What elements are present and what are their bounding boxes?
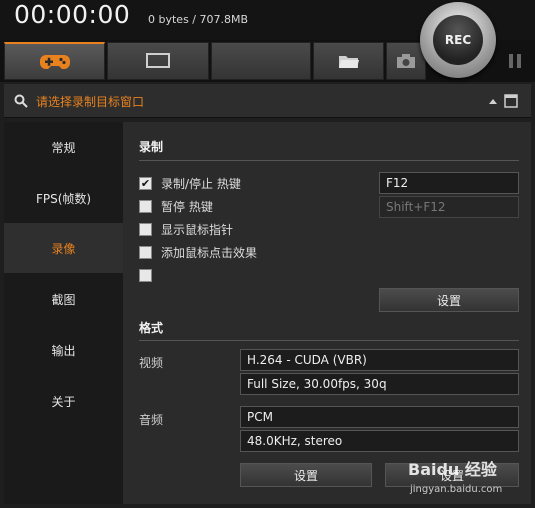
target-window-bar[interactable]: 请选择录制目标窗口: [4, 84, 531, 118]
sidebar-item-about[interactable]: 关于: [4, 376, 123, 426]
audio-codec-field[interactable]: PCM: [240, 406, 519, 428]
record-section-divider: [139, 160, 519, 161]
record-hotkey-field[interactable]: F12: [379, 172, 519, 194]
record-hotkey-checkbox[interactable]: ✔: [139, 176, 152, 190]
camera-icon: [397, 54, 415, 68]
format-section-divider: [139, 340, 519, 341]
audio-label: 音频: [139, 413, 164, 427]
click-effect-option[interactable]: 添加鼠标点击效果: [139, 243, 257, 261]
show-cursor-option[interactable]: 显示鼠标指针: [139, 220, 233, 238]
search-icon: [14, 94, 28, 108]
format-section-title: 格式: [139, 321, 164, 335]
recording-timer: 00:00:00: [14, 0, 131, 29]
pause-hotkey-field[interactable]: Shift+F12: [379, 196, 519, 218]
tab-game-mode[interactable]: [4, 42, 105, 80]
sidebar-item-general[interactable]: 常规: [4, 122, 123, 172]
video-settings-panel: 录制 ✔ 录制/停止 热键 暂停 热键 显示鼠标指针 添加鼠标点击效果 F12 …: [123, 122, 531, 504]
window-icon[interactable]: [504, 94, 518, 108]
click-effect-checkbox[interactable]: [139, 245, 152, 259]
extra-option[interactable]: [139, 266, 161, 284]
file-size-readout: 0 bytes / 707.8MB: [148, 13, 249, 26]
show-cursor-checkbox[interactable]: [139, 222, 152, 236]
sidebar-item-output[interactable]: 输出: [4, 325, 123, 375]
pause-hotkey-checkbox[interactable]: [139, 199, 152, 213]
video-codec-field[interactable]: H.264 - CUDA (VBR): [240, 349, 519, 371]
tab-screen-mode[interactable]: [107, 42, 209, 80]
gamepad-icon: [39, 54, 70, 69]
open-folder-button[interactable]: [313, 42, 384, 80]
target-window-label: 请选择录制目标窗口: [36, 95, 145, 109]
tab-device-mode[interactable]: [211, 42, 311, 80]
audio-detail-field[interactable]: 48.0KHz, stereo: [240, 430, 519, 452]
record-hotkey-option[interactable]: ✔ 录制/停止 热键: [139, 174, 241, 192]
video-label: 视频: [139, 356, 164, 370]
watermark-url: jingyan.baidu.com: [410, 484, 503, 495]
pause-icon: [509, 54, 521, 68]
extra-option-checkbox[interactable]: [139, 268, 152, 282]
monitor-icon: [146, 53, 170, 68]
settings-sidebar: 常规 FPS(帧数) 录像 截图 输出 关于: [4, 122, 123, 504]
record-button[interactable]: REC: [420, 2, 496, 78]
record-button-label: REC: [433, 15, 483, 65]
record-section-title: 录制: [139, 140, 164, 154]
sidebar-item-video[interactable]: 录像: [4, 223, 123, 273]
collapse-arrow-icon[interactable]: [488, 97, 498, 105]
sidebar-item-screenshot[interactable]: 截图: [4, 274, 123, 324]
folder-icon: [338, 56, 359, 68]
pause-hotkey-option[interactable]: 暂停 热键: [139, 197, 213, 215]
video-settings-button[interactable]: 设置: [240, 463, 372, 487]
pause-button[interactable]: [498, 44, 532, 78]
video-detail-field[interactable]: Full Size, 30.00fps, 30q: [240, 373, 519, 395]
baidu-watermark: Baidu 经验 jingyan.baidu.com: [408, 460, 503, 495]
record-settings-button[interactable]: 设置: [379, 288, 519, 312]
sidebar-item-fps[interactable]: FPS(帧数): [4, 173, 123, 223]
